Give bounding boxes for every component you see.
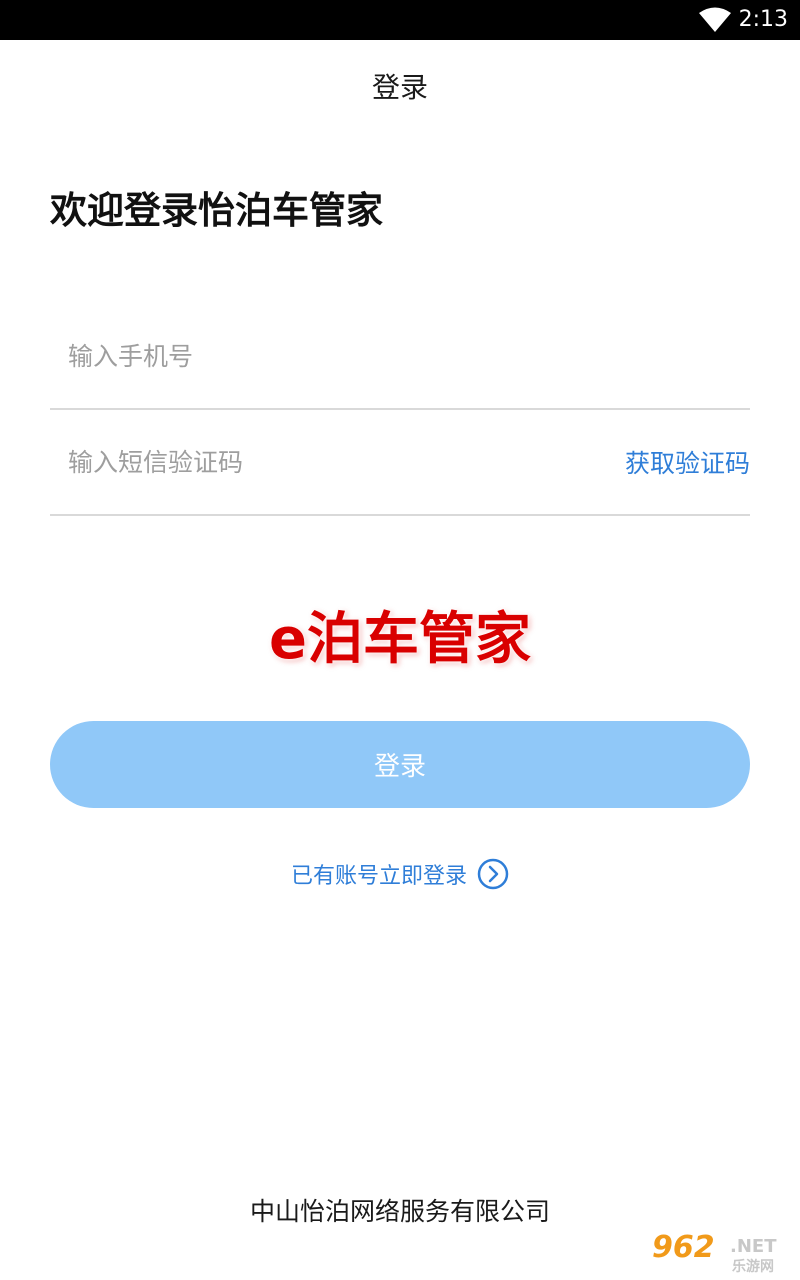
chevron-right-circle-icon	[477, 858, 509, 890]
sms-code-field: 获取验证码	[50, 410, 750, 516]
sms-code-input[interactable]	[68, 410, 568, 514]
phone-field	[50, 304, 750, 410]
site-logo-number: 962	[652, 1230, 715, 1265]
existing-account-link-label: 已有账号立即登录	[290, 864, 467, 889]
company-name: 中山怡泊网络服务有限公司	[249, 1197, 550, 1226]
welcome-heading: 欢迎登录怡泊车管家	[50, 189, 383, 232]
page-title: 登录	[371, 71, 428, 104]
wifi-icon	[699, 7, 731, 32]
status-time: 2:13	[738, 7, 788, 32]
watermark-text: e泊车管家	[269, 607, 531, 672]
phone-input[interactable]	[68, 304, 728, 408]
get-code-button[interactable]: 获取验证码	[625, 410, 750, 514]
site-logo: 962 .NET 乐游网	[652, 1232, 792, 1276]
login-button[interactable]: 登录	[50, 721, 750, 808]
site-logo-net: .NET	[730, 1236, 777, 1257]
status-bar: 2:13	[0, 0, 800, 40]
login-screen: 2:13 登录 欢迎登录怡泊车管家 获取验证码 e泊车管家 登录 已有账号立即登…	[0, 0, 800, 1280]
title-bar: 登录	[0, 40, 800, 132]
login-button-label: 登录	[373, 752, 426, 782]
existing-account-login-link[interactable]: 已有账号立即登录	[0, 852, 800, 896]
site-logo-name: 乐游网	[732, 1259, 774, 1275]
